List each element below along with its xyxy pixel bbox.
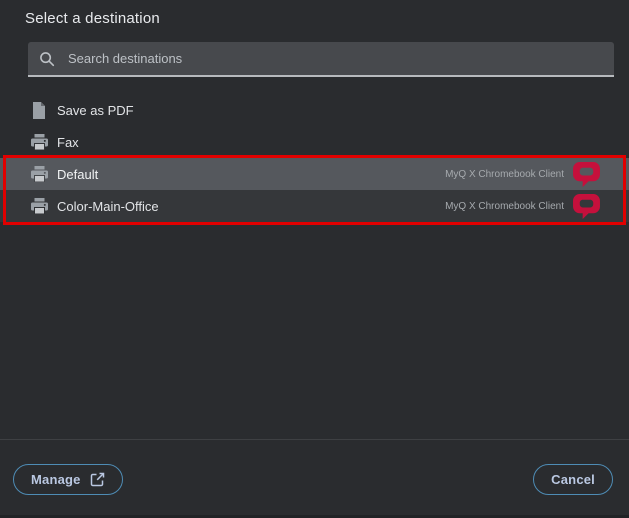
destination-row-default[interactable]: Default MyQ X Chromebook Client [0,158,629,190]
manage-button[interactable]: Manage [13,464,123,495]
destination-label: Save as PDF [57,103,134,118]
destination-row-fax[interactable]: Fax [0,126,629,158]
document-icon [30,102,48,119]
destination-label: Default [57,167,98,182]
external-link-icon [90,472,105,487]
print-destination-dialog: Select a destination Save as PDF [0,0,629,518]
destination-label: Fax [57,135,79,150]
printer-icon [30,198,48,214]
myq-logo-icon [573,162,600,187]
myq-logo-icon [573,194,600,219]
manage-button-label: Manage [31,472,81,487]
cancel-button-label: Cancel [551,472,595,487]
destination-client-label: MyQ X Chromebook Client [445,201,564,212]
search-icon [39,51,55,67]
search-bar[interactable] [28,42,614,77]
cancel-button[interactable]: Cancel [533,464,613,495]
search-input[interactable] [66,50,614,67]
destination-label: Color-Main-Office [57,199,159,214]
printer-icon [30,134,48,150]
destination-row-color-main-office[interactable]: Color-Main-Office MyQ X Chromebook Clien… [0,190,629,222]
dialog-title: Select a destination [25,10,160,27]
destination-client-label: MyQ X Chromebook Client [445,169,564,180]
destination-row-save-as-pdf[interactable]: Save as PDF [0,94,629,126]
destination-list: Save as PDF Fax [0,94,629,222]
dialog-footer: Manage Cancel [0,439,629,518]
printer-icon [30,166,48,182]
